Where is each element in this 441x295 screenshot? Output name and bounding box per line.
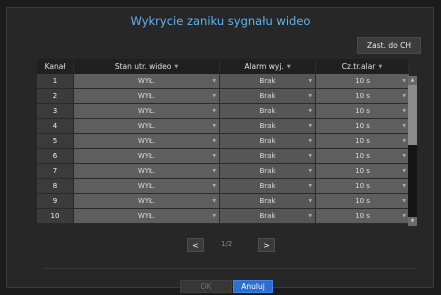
czas-select[interactable]: 10 s ▼ (316, 119, 409, 134)
stan-select[interactable]: WYŁ. ▼ (74, 164, 220, 179)
chevron-down-icon: ▼ (402, 109, 406, 114)
chevron-down-icon: ▼ (308, 154, 312, 159)
header-alarm[interactable]: Alarm wyj. ▼ (220, 59, 316, 74)
header-channel: Kanał (37, 59, 74, 74)
chevron-down-icon: ▼ (402, 94, 406, 99)
next-page-button[interactable]: > (258, 238, 275, 252)
stan-select[interactable]: WYŁ. ▼ (74, 74, 220, 89)
chevron-down-icon: ▼ (212, 199, 216, 204)
chevron-down-icon: ▼ (308, 199, 312, 204)
czas-select[interactable]: 10 s ▼ (316, 209, 409, 224)
alarm-select[interactable]: Brak ▼ (220, 119, 316, 134)
table-row: 6 WYŁ. ▼ Brak ▼ 10 s ▼ (37, 149, 409, 164)
alarm-select[interactable]: Brak ▼ (220, 89, 316, 104)
footer-divider (44, 268, 416, 269)
czas-select[interactable]: 10 s ▼ (316, 74, 409, 89)
table-row: 10 WYŁ. ▼ Brak ▼ 10 s ▼ (37, 209, 409, 224)
chevron-down-icon: ▼ (402, 214, 406, 219)
chevron-down-icon: ▼ (308, 169, 312, 174)
alarm-select[interactable]: Brak ▼ (220, 179, 316, 194)
channel-cell: 8 (37, 179, 74, 194)
chevron-down-icon: ▼ (308, 124, 312, 129)
table-row: 5 WYŁ. ▼ Brak ▼ 10 s ▼ (37, 134, 409, 149)
chevron-down-icon: ▼ (402, 199, 406, 204)
table-scrollbar[interactable]: ▲ ▼ (408, 76, 417, 226)
stan-select[interactable]: WYŁ. ▼ (74, 194, 220, 209)
table-row: 1 WYŁ. ▼ Brak ▼ 10 s ▼ (37, 74, 409, 89)
cancel-button[interactable]: Anuluj (233, 280, 273, 293)
channel-cell: 1 (37, 74, 74, 89)
czas-select[interactable]: 10 s ▼ (316, 149, 409, 164)
czas-select[interactable]: 10 s ▼ (316, 179, 409, 194)
chevron-down-icon: ▼ (402, 124, 406, 129)
stan-select[interactable]: WYŁ. ▼ (74, 179, 220, 194)
chevron-down-icon: ▼ (308, 214, 312, 219)
channel-cell: 7 (37, 164, 74, 179)
chevron-down-icon: ▼ (402, 79, 406, 84)
prev-page-button[interactable]: < (187, 238, 204, 252)
channel-cell: 6 (37, 149, 74, 164)
czas-select[interactable]: 10 s ▼ (316, 104, 409, 119)
chevron-down-icon: ▼ (402, 169, 406, 174)
page-indicator: 1/2 (221, 240, 233, 248)
alarm-select[interactable]: Brak ▼ (220, 134, 316, 149)
chevron-down-icon: ▼ (308, 79, 312, 84)
scroll-down-icon[interactable]: ▼ (408, 217, 417, 226)
stan-select[interactable]: WYŁ. ▼ (74, 209, 220, 224)
header-czas[interactable]: Cz.tr.alar ▼ (316, 59, 409, 74)
ok-button[interactable]: OK (180, 280, 232, 293)
alarm-select[interactable]: Brak ▼ (220, 194, 316, 209)
chevron-down-icon: ▼ (402, 184, 406, 189)
channel-cell: 9 (37, 194, 74, 209)
chevron-down-icon: ▼ (308, 94, 312, 99)
alarm-select[interactable]: Brak ▼ (220, 104, 316, 119)
stan-select[interactable]: WYŁ. ▼ (74, 104, 220, 119)
chevron-down-icon: ▼ (174, 63, 179, 70)
chevron-down-icon: ▼ (402, 139, 406, 144)
table-row: 3 WYŁ. ▼ Brak ▼ 10 s ▼ (37, 104, 409, 119)
channel-cell: 5 (37, 134, 74, 149)
stan-select[interactable]: WYŁ. ▼ (74, 89, 220, 104)
czas-select[interactable]: 10 s ▼ (316, 134, 409, 149)
chevron-down-icon: ▼ (308, 139, 312, 144)
table-row: 7 WYŁ. ▼ Brak ▼ 10 s ▼ (37, 164, 409, 179)
scroll-thumb[interactable] (408, 85, 417, 145)
chevron-down-icon: ▼ (212, 124, 216, 129)
channel-cell: 4 (37, 119, 74, 134)
chevron-down-icon: ▼ (378, 63, 383, 70)
table-row: 8 WYŁ. ▼ Brak ▼ 10 s ▼ (37, 179, 409, 194)
chevron-down-icon: ▼ (212, 184, 216, 189)
header-stan[interactable]: Stan utr. wideo ▼ (74, 59, 220, 74)
alarm-select[interactable]: Brak ▼ (220, 209, 316, 224)
czas-select[interactable]: 10 s ▼ (316, 89, 409, 104)
czas-select[interactable]: 10 s ▼ (316, 164, 409, 179)
copy-to-channel-button[interactable]: Zast. do CH (357, 37, 421, 54)
alarm-select[interactable]: Brak ▼ (220, 164, 316, 179)
alarm-select[interactable]: Brak ▼ (220, 149, 316, 164)
chevron-down-icon: ▼ (212, 109, 216, 114)
chevron-down-icon: ▼ (308, 184, 312, 189)
chevron-down-icon: ▼ (212, 79, 216, 84)
alarm-select[interactable]: Brak ▼ (220, 74, 316, 89)
channel-cell: 2 (37, 89, 74, 104)
chevron-down-icon: ▼ (212, 169, 216, 174)
stan-select[interactable]: WYŁ. ▼ (74, 134, 220, 149)
dialog-title: Wykrycie zaniku sygnału wideo (130, 14, 311, 28)
table-row: 9 WYŁ. ▼ Brak ▼ 10 s ▼ (37, 194, 409, 209)
channel-cell: 3 (37, 104, 74, 119)
chevron-down-icon: ▼ (308, 109, 312, 114)
chevron-down-icon: ▼ (212, 94, 216, 99)
chevron-down-icon: ▼ (212, 214, 216, 219)
chevron-down-icon: ▼ (212, 139, 216, 144)
stan-select[interactable]: WYŁ. ▼ (74, 119, 220, 134)
table-row: 4 WYŁ. ▼ Brak ▼ 10 s ▼ (37, 119, 409, 134)
stan-select[interactable]: WYŁ. ▼ (74, 149, 220, 164)
chevron-down-icon: ▼ (286, 63, 291, 70)
table-row: 2 WYŁ. ▼ Brak ▼ 10 s ▼ (37, 89, 409, 104)
scroll-up-icon[interactable]: ▲ (408, 76, 417, 85)
chevron-down-icon: ▼ (402, 154, 406, 159)
chevron-down-icon: ▼ (212, 154, 216, 159)
channel-cell: 10 (37, 209, 74, 224)
czas-select[interactable]: 10 s ▼ (316, 194, 409, 209)
